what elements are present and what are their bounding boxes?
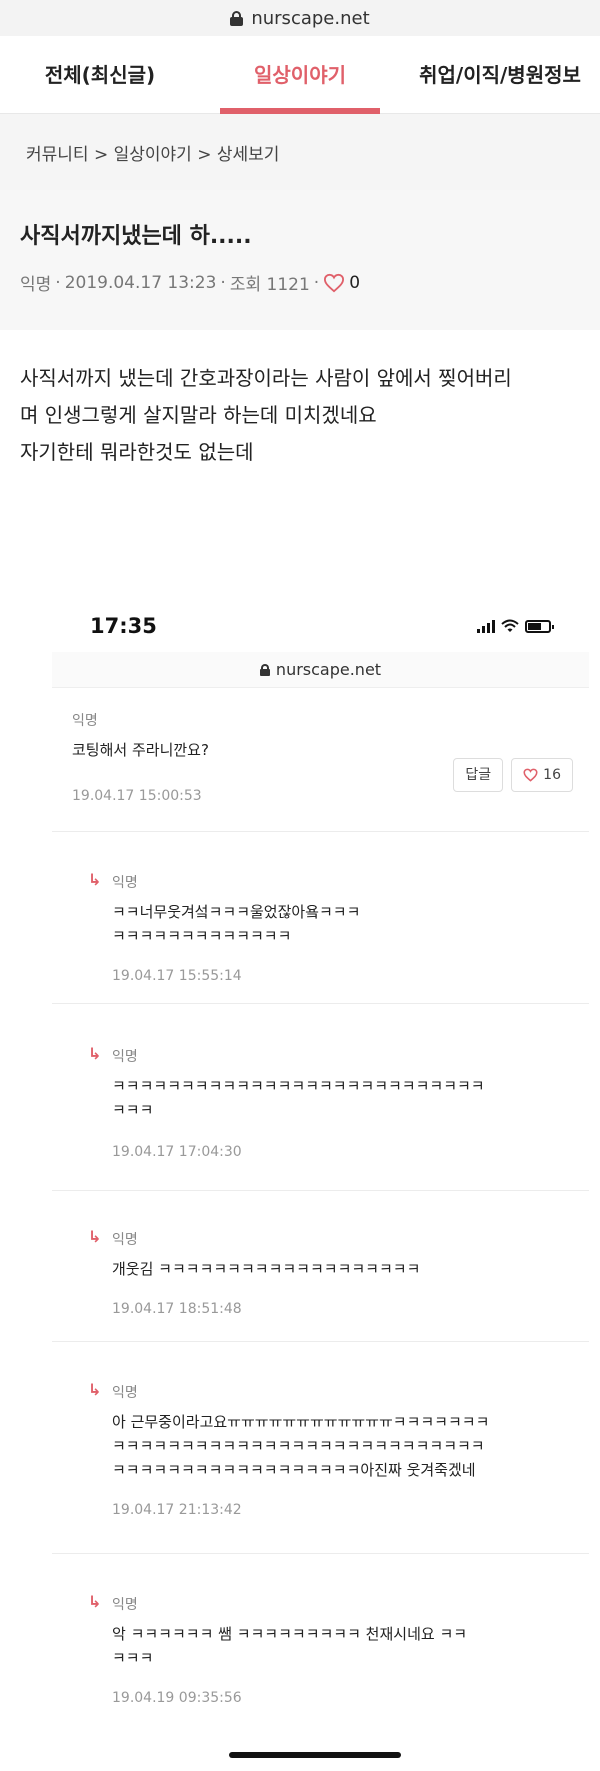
tab-daily[interactable]: 일상이야기 bbox=[200, 36, 400, 114]
embedded-screenshot: 17:35 nurscape.net 익명 코팅해서 주라니깐요? 19.04.… bbox=[52, 600, 589, 1771]
category-tabs: 전체(최신글) 일상이야기 취업/이직/병원정보 bbox=[0, 36, 600, 114]
post-like-count: 0 bbox=[349, 272, 361, 293]
reply-author: 익명 bbox=[112, 1597, 138, 1613]
reply-author: 익명 bbox=[112, 1232, 138, 1248]
reply-date: 19.04.19 09:35:56 bbox=[112, 1690, 242, 1706]
comment-author: 익명 bbox=[72, 713, 98, 729]
post-author: 익명 bbox=[20, 275, 52, 295]
post-body-line: 사직서까지 냈는데 간호과장이라는 사람이 앞에서 찢어버리 bbox=[20, 366, 512, 390]
reply: ↳ 익명 개웃김 ㅋㅋㅋㅋㅋㅋㅋㅋㅋㅋㅋㅋㅋㅋㅋㅋㅋㅋㅋ 19.04.17 18… bbox=[52, 1191, 589, 1342]
post-title: 사직서까지냈는데 하..... bbox=[20, 224, 252, 249]
home-indicator[interactable] bbox=[229, 1752, 401, 1758]
embedded-url: nurscape.net bbox=[275, 660, 382, 679]
signal-icon bbox=[477, 619, 495, 633]
comment: 익명 코팅해서 주라니깐요? 19.04.17 15:00:53 답글 16 bbox=[52, 688, 589, 832]
post-date: 2019.04.17 13:23 bbox=[64, 272, 217, 293]
reply: ↳ 익명 악 ㅋㅋㅋㅋㅋㅋ 쌤 ㅋㅋㅋㅋㅋㅋㅋㅋㅋ 천재시네요 ㅋㅋ ㅋㅋㅋ 1… bbox=[52, 1554, 589, 1734]
reply-button[interactable]: 답글 bbox=[453, 758, 504, 792]
reply: ↳ 익명 ㅋㅋㅋㅋㅋㅋㅋㅋㅋㅋㅋㅋㅋㅋㅋㅋㅋㅋㅋㅋㅋㅋㅋㅋㅋㅋㅋ ㅋㅋㅋ 19.… bbox=[52, 1004, 589, 1191]
reply-author: 익명 bbox=[112, 875, 138, 891]
post-meta: 익명 · 2019.04.17 13:23 · 조회 1121 · 0 bbox=[20, 270, 580, 296]
reply-arrow-icon: ↳ bbox=[88, 1380, 102, 1399]
heart-icon bbox=[523, 768, 538, 782]
breadcrumb: 커뮤니티 > 일상이야기 > 상세보기 bbox=[0, 114, 600, 190]
reply-date: 19.04.17 21:13:42 bbox=[112, 1502, 242, 1518]
browser-url-bar[interactable]: nurscape.net bbox=[0, 0, 600, 36]
lock-icon bbox=[259, 663, 270, 676]
reply-text: ㅋㅋㅋ bbox=[112, 1101, 154, 1119]
reply-text: 개웃김 ㅋㅋㅋㅋㅋㅋㅋㅋㅋㅋㅋㅋㅋㅋㅋㅋㅋㅋㅋ bbox=[112, 1260, 421, 1278]
meta-separator: · bbox=[220, 272, 226, 293]
status-time: 17:35 bbox=[90, 614, 157, 638]
reply-arrow-icon: ↳ bbox=[88, 1044, 102, 1063]
reply-text: 악 ㅋㅋㅋㅋㅋㅋ 쌤 ㅋㅋㅋㅋㅋㅋㅋㅋㅋ 천재시네요 ㅋㅋ bbox=[112, 1625, 468, 1643]
reply-date: 19.04.17 15:55:14 bbox=[112, 968, 242, 984]
browser-url: nurscape.net bbox=[251, 7, 370, 29]
post-body-line: 며 인생그렇게 살지말라 하는데 미치겠네요 bbox=[20, 403, 377, 427]
comment-like-button[interactable]: 16 bbox=[511, 758, 573, 792]
reply: ↳ 익명 ㅋㅋ너무웃겨섴ㅋㅋㅋ울었잖아욬ㅋㅋㅋ ㅋㅋㅋㅋㅋㅋㅋㅋㅋㅋㅋㅋㅋ 19… bbox=[52, 832, 589, 1004]
reply-text: ㅋㅋㅋㅋㅋㅋㅋㅋㅋㅋㅋㅋㅋㅋㅋㅋㅋㅋ아진짜 웃겨죽겠네 bbox=[112, 1461, 476, 1479]
reply-text: 아 근무중이라고요ㅠㅠㅠㅠㅠㅠㅠㅠㅠㅠㅠㅠㅋㅋㅋㅋㅋㅋㅋ bbox=[112, 1413, 490, 1431]
post-body: 사직서까지 냈는데 간호과장이라는 사람이 앞에서 찢어버리 며 인생그렇게 살… bbox=[0, 330, 600, 595]
tab-jobs[interactable]: 취업/이직/병원정보 bbox=[400, 36, 600, 114]
reply-date: 19.04.17 17:04:30 bbox=[112, 1144, 242, 1160]
tab-all[interactable]: 전체(최신글) bbox=[0, 36, 200, 114]
reply-text: ㅋㅋㅋㅋㅋㅋㅋㅋㅋㅋㅋㅋㅋㅋㅋㅋㅋㅋㅋㅋㅋㅋㅋㅋㅋㅋㅋ bbox=[112, 1077, 485, 1095]
meta-separator: · bbox=[313, 272, 320, 293]
reply-text: ㅋㅋㅋㅋㅋㅋㅋㅋㅋㅋㅋㅋㅋ bbox=[112, 927, 292, 945]
reply-date: 19.04.17 18:51:48 bbox=[112, 1301, 242, 1317]
reply-arrow-icon: ↳ bbox=[88, 870, 102, 889]
reply-arrow-icon: ↳ bbox=[88, 1592, 102, 1611]
reply-author: 익명 bbox=[112, 1385, 138, 1401]
wifi-icon bbox=[501, 619, 519, 632]
post-body-line: 자기한테 뭐라한것도 없는데 bbox=[20, 440, 254, 464]
reply-text: ㅋㅋㅋㅋㅋㅋㅋㅋㅋㅋㅋㅋㅋㅋㅋㅋㅋㅋㅋㅋㅋㅋㅋㅋㅋㅋㅋ bbox=[112, 1437, 485, 1455]
heart-icon[interactable] bbox=[323, 273, 345, 293]
post-views: 조회 1121 bbox=[229, 275, 310, 295]
phone-status-bar: 17:35 bbox=[52, 600, 589, 652]
reply: ↳ 익명 아 근무중이라고요ㅠㅠㅠㅠㅠㅠㅠㅠㅠㅠㅠㅠㅋㅋㅋㅋㅋㅋㅋ ㅋㅋㅋㅋㅋㅋ… bbox=[52, 1342, 589, 1554]
lock-icon bbox=[230, 10, 244, 26]
meta-separator: · bbox=[55, 272, 61, 293]
reply-author: 익명 bbox=[112, 1049, 138, 1065]
comment-like-count: 16 bbox=[543, 767, 561, 783]
battery-icon bbox=[525, 619, 554, 633]
post-header: 사직서까지냈는데 하..... 익명 · 2019.04.17 13:23 · … bbox=[0, 190, 600, 330]
reply-text: ㅋㅋ너무웃겨섴ㅋㅋㅋ울었잖아욬ㅋㅋㅋ bbox=[112, 903, 361, 921]
reply-text: ㅋㅋㅋ bbox=[112, 1649, 154, 1667]
reply-arrow-icon: ↳ bbox=[88, 1227, 102, 1246]
embedded-url-bar: nurscape.net bbox=[52, 652, 589, 688]
